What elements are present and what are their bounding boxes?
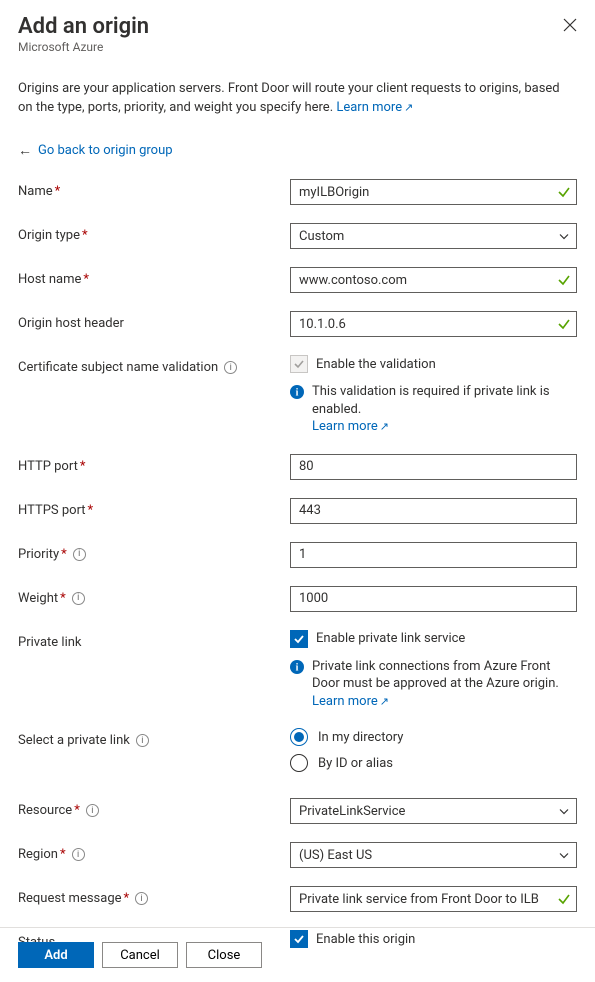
close-button[interactable]: Close bbox=[186, 942, 262, 968]
request-message-input[interactable] bbox=[290, 886, 577, 912]
add-button[interactable]: Add bbox=[18, 942, 94, 968]
external-link-icon: ↗ bbox=[380, 420, 389, 433]
region-label: Region* bbox=[18, 847, 66, 862]
info-icon[interactable]: i bbox=[73, 548, 86, 561]
private-link-learn-more-link[interactable]: Learn more↗ bbox=[312, 694, 389, 709]
origin-host-header-input[interactable] bbox=[290, 311, 577, 337]
validation-learn-more-link[interactable]: Learn more↗ bbox=[312, 419, 389, 434]
enable-private-link-label: Enable private link service bbox=[316, 631, 465, 646]
cancel-button[interactable]: Cancel bbox=[102, 942, 178, 968]
back-arrow-icon: ← bbox=[18, 142, 32, 159]
resource-select[interactable] bbox=[290, 798, 577, 824]
cert-validation-label: Certificate subject name validation bbox=[18, 360, 218, 375]
radio-by-id[interactable]: By ID or alias bbox=[290, 754, 577, 772]
origin-host-header-label: Origin host header bbox=[18, 316, 124, 331]
origin-type-label: Origin type* bbox=[18, 228, 88, 243]
intro-text: Origins are your application servers. Fr… bbox=[18, 80, 577, 118]
priority-label: Priority* bbox=[18, 547, 67, 562]
info-icon[interactable]: i bbox=[135, 892, 148, 905]
info-icon[interactable]: i bbox=[86, 804, 99, 817]
weight-label: Weight* bbox=[18, 591, 66, 606]
info-icon: i bbox=[290, 385, 304, 399]
enable-private-link-checkbox[interactable] bbox=[290, 630, 308, 648]
panel-subtitle: Microsoft Azure bbox=[18, 40, 149, 54]
https-port-input[interactable] bbox=[290, 498, 577, 524]
private-link-info-text: Private link connections from Azure Fron… bbox=[312, 659, 559, 692]
back-link[interactable]: Go back to origin group bbox=[38, 143, 173, 158]
close-icon[interactable] bbox=[563, 18, 577, 36]
https-port-label: HTTPS port* bbox=[18, 503, 93, 518]
origin-type-select[interactable] bbox=[290, 223, 577, 249]
info-icon[interactable]: i bbox=[136, 734, 149, 747]
svg-text:i: i bbox=[296, 662, 299, 673]
resource-label: Resource* bbox=[18, 803, 80, 818]
http-port-input[interactable] bbox=[290, 454, 577, 480]
name-input[interactable] bbox=[290, 179, 577, 205]
private-link-label: Private link bbox=[18, 635, 82, 650]
radio-in-directory[interactable]: In my directory bbox=[290, 728, 577, 746]
external-link-icon: ↗ bbox=[404, 101, 413, 114]
host-name-label: Host name* bbox=[18, 272, 89, 287]
host-name-input[interactable] bbox=[290, 267, 577, 293]
http-port-label: HTTP port* bbox=[18, 459, 85, 474]
radio-in-directory-label: In my directory bbox=[318, 730, 403, 745]
validation-info-text: This validation is required if private l… bbox=[312, 384, 550, 417]
info-icon[interactable]: i bbox=[72, 592, 85, 605]
radio-by-id-label: By ID or alias bbox=[318, 756, 393, 771]
svg-text:i: i bbox=[296, 388, 299, 399]
name-label: Name* bbox=[18, 184, 60, 199]
enable-validation-checkbox bbox=[290, 355, 308, 373]
external-link-icon: ↗ bbox=[380, 695, 389, 708]
enable-validation-label: Enable the validation bbox=[316, 357, 436, 372]
info-icon[interactable]: i bbox=[224, 361, 237, 374]
request-message-label: Request message* bbox=[18, 891, 129, 906]
panel-title: Add an origin bbox=[18, 14, 149, 40]
select-private-link-label: Select a private link bbox=[18, 733, 130, 748]
region-select[interactable] bbox=[290, 842, 577, 868]
info-icon[interactable]: i bbox=[72, 848, 85, 861]
info-icon: i bbox=[290, 660, 304, 674]
weight-input[interactable] bbox=[290, 586, 577, 612]
priority-input[interactable] bbox=[290, 542, 577, 568]
learn-more-link[interactable]: Learn more↗ bbox=[336, 100, 413, 115]
